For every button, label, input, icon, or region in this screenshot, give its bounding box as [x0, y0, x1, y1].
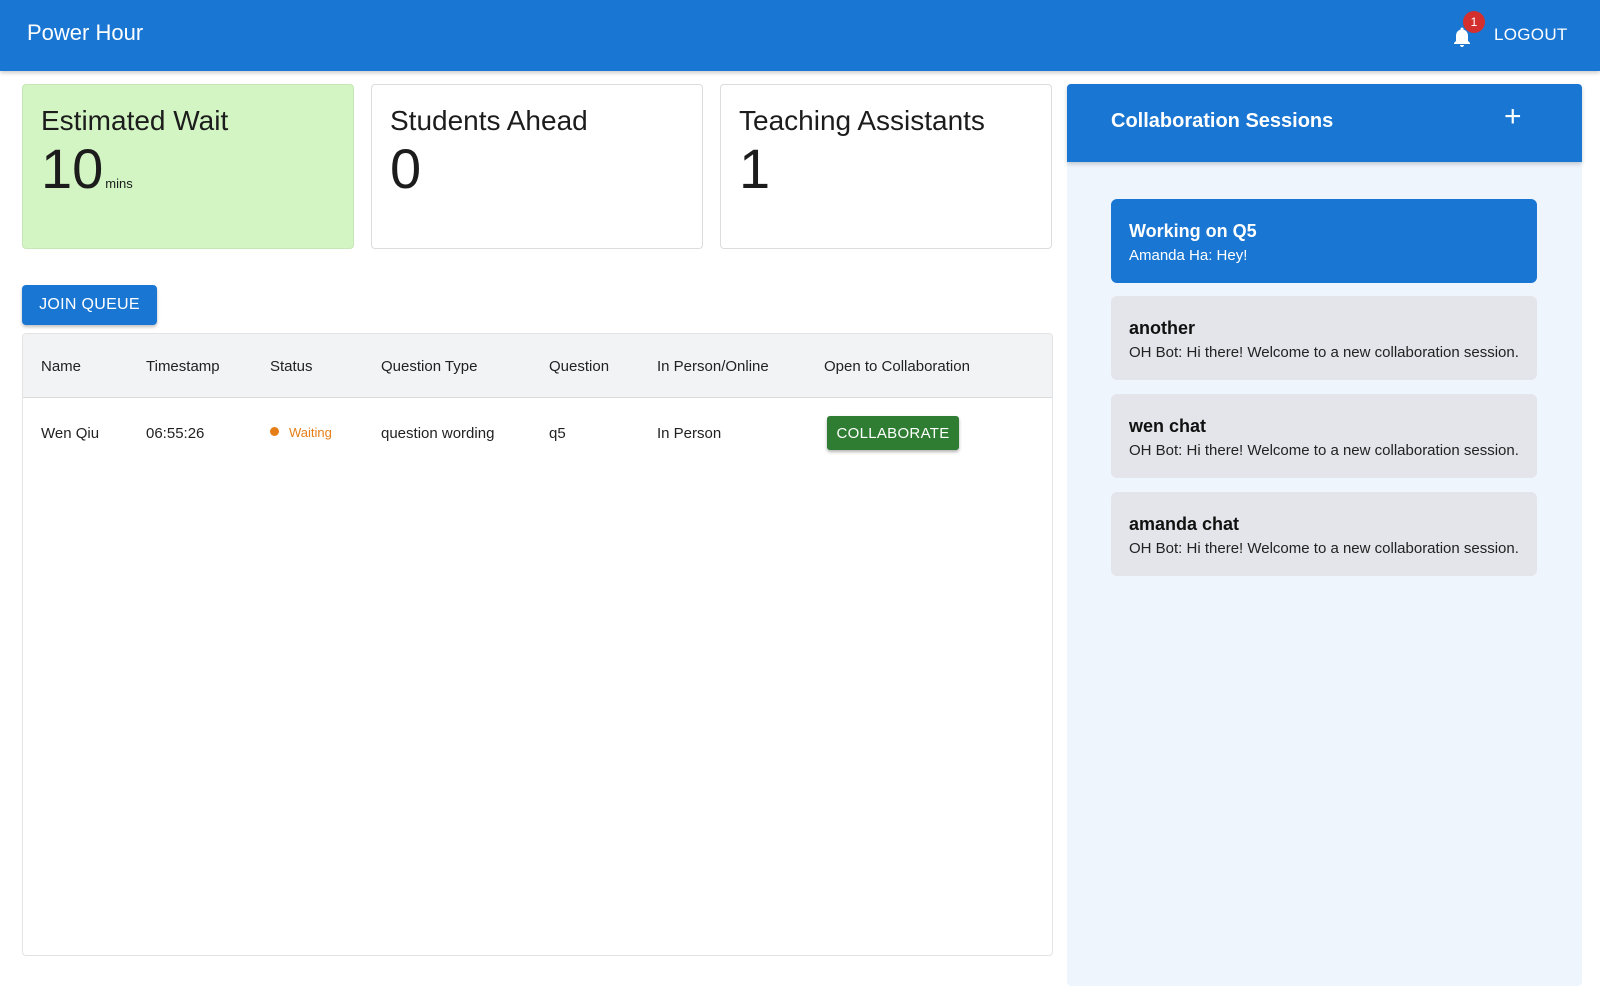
teaching-assistants-value: 1: [739, 137, 771, 200]
column-header-collaboration: Open to Collaboration: [824, 358, 970, 375]
estimated-wait-unit: mins: [105, 176, 133, 191]
session-item-wen-chat[interactable]: wen chat OH Bot: Hi there! Welcome to a …: [1111, 394, 1537, 478]
session-last-message: OH Bot: Hi there! Welcome to a new colla…: [1129, 442, 1519, 459]
status-badge: Waiting: [270, 425, 332, 440]
cell-question: q5: [549, 425, 566, 442]
session-last-message: OH Bot: Hi there! Welcome to a new colla…: [1129, 540, 1519, 557]
session-last-message: OH Bot: Hi there! Welcome to a new colla…: [1129, 344, 1519, 361]
column-header-question: Question: [549, 358, 610, 375]
cell-mode: In Person: [657, 425, 722, 442]
queue-table: Name Timestamp Status Question Type Ques…: [22, 333, 1053, 956]
status-dot-icon: [270, 427, 279, 436]
cell-question-type: question wording: [381, 425, 495, 442]
estimated-wait-number: 10: [41, 137, 104, 200]
session-item-working-on-q5[interactable]: Working on Q5 Amanda Ha: Hey!: [1111, 199, 1537, 283]
app-bar: Power Hour 1 LOGOUT: [0, 0, 1600, 71]
teaching-assistants-label: Teaching Assistants: [739, 105, 985, 136]
plus-icon[interactable]: +: [1504, 102, 1522, 132]
status-label: Waiting: [289, 425, 332, 440]
column-header-status: Status: [270, 358, 313, 375]
collaboration-sessions-title: Collaboration Sessions: [1111, 110, 1334, 132]
column-header-name: Name: [41, 358, 82, 375]
session-name: wen chat: [1129, 416, 1207, 436]
session-name: Working on Q5: [1129, 221, 1257, 241]
students-ahead-label: Students Ahead: [390, 105, 588, 136]
estimated-wait-label: Estimated Wait: [41, 105, 229, 136]
session-item-amanda-chat[interactable]: amanda chat OH Bot: Hi there! Welcome to…: [1111, 492, 1537, 576]
students-ahead-card: Students Ahead 0: [371, 84, 703, 249]
students-ahead-value: 0: [390, 137, 422, 200]
estimated-wait-value: 10 mins: [41, 141, 133, 197]
cell-name: Wen Qiu: [41, 425, 100, 442]
teaching-assistants-card: Teaching Assistants 1: [720, 84, 1052, 249]
join-queue-button[interactable]: JOIN QUEUE: [22, 285, 157, 325]
session-last-message: Amanda Ha: Hey!: [1129, 247, 1248, 264]
collaboration-sessions-panel: Collaboration Sessions + Working on Q5 A…: [1067, 84, 1582, 986]
notification-badge: 1: [1463, 11, 1485, 33]
session-name: another: [1129, 318, 1196, 338]
column-header-timestamp: Timestamp: [146, 358, 220, 375]
collaboration-sessions-header: Collaboration Sessions +: [1067, 84, 1582, 162]
estimated-wait-card: Estimated Wait 10 mins: [22, 84, 354, 249]
logout-button[interactable]: LOGOUT: [1494, 25, 1568, 45]
column-header-question-type: Question Type: [381, 358, 478, 375]
cell-timestamp: 06:55:26: [146, 425, 205, 442]
queue-table-header: Name Timestamp Status Question Type Ques…: [23, 334, 1052, 398]
app-title: Power Hour: [27, 20, 144, 45]
session-item-another[interactable]: another OH Bot: Hi there! Welcome to a n…: [1111, 296, 1537, 380]
session-name: amanda chat: [1129, 514, 1240, 534]
column-header-mode: In Person/Online: [657, 358, 769, 375]
collaborate-button[interactable]: COLLABORATE: [827, 416, 959, 450]
